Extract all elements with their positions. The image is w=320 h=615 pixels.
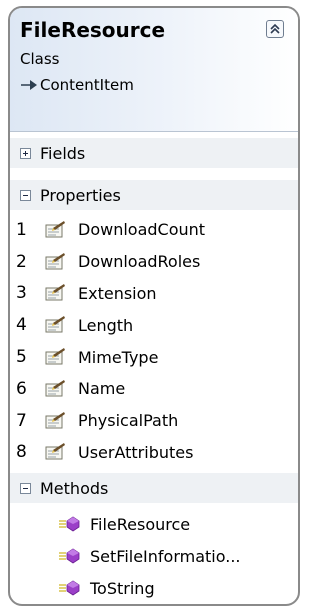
property-index: 4 bbox=[16, 315, 27, 336]
property-list: 1 DownloadCount 2 DownloadRoles 3 Extens… bbox=[10, 214, 205, 468]
expand-plus-icon[interactable] bbox=[20, 147, 31, 159]
property-name: PhysicalPath bbox=[78, 411, 179, 431]
inheritance-arrow-icon bbox=[21, 80, 37, 90]
method-name: ToString bbox=[90, 578, 155, 598]
property-icon bbox=[45, 443, 65, 460]
collapse-minus-icon[interactable] bbox=[20, 482, 31, 494]
property-row[interactable]: 7 PhysicalPath bbox=[10, 405, 205, 437]
method-icon bbox=[59, 548, 80, 564]
collapse-minus-icon[interactable] bbox=[20, 189, 31, 201]
method-row[interactable]: FileResource bbox=[10, 508, 241, 540]
base-class-row: ContentItem bbox=[20, 76, 134, 94]
section-methods[interactable]: Methods bbox=[10, 473, 298, 503]
method-name: FileResource bbox=[90, 514, 191, 534]
property-icon bbox=[45, 411, 65, 429]
class-stereotype: Class bbox=[20, 50, 60, 68]
collapse-button[interactable] bbox=[266, 20, 284, 38]
method-icon bbox=[59, 516, 80, 532]
property-row[interactable]: 4 Length bbox=[10, 309, 205, 341]
section-fields-label: Fields bbox=[40, 143, 86, 163]
class-shape[interactable]: FileResource Class ContentItem Fields Pr… bbox=[8, 6, 300, 606]
property-index: 8 bbox=[16, 442, 27, 463]
double-chevron-up-icon bbox=[270, 23, 280, 34]
property-index: 5 bbox=[16, 347, 27, 368]
method-row[interactable]: ToString bbox=[10, 572, 241, 604]
property-row[interactable]: 5 MimeType bbox=[10, 341, 205, 373]
property-row[interactable]: 8 UserAttributes bbox=[10, 437, 205, 469]
property-icon bbox=[45, 316, 65, 333]
method-row[interactable]: SetFileInformatio... bbox=[10, 540, 241, 572]
property-name: DownloadCount bbox=[78, 220, 206, 240]
property-icon bbox=[45, 220, 65, 238]
property-name: Extension bbox=[78, 283, 157, 303]
property-name: Length bbox=[78, 315, 134, 335]
property-index: 7 bbox=[16, 410, 27, 431]
section-fields[interactable]: Fields bbox=[10, 138, 298, 168]
property-icon bbox=[45, 348, 65, 365]
property-name: MimeType bbox=[78, 347, 159, 367]
property-row[interactable]: 2 DownloadRoles bbox=[10, 246, 205, 278]
property-row[interactable]: 1 DownloadCount bbox=[10, 214, 205, 246]
section-properties[interactable]: Properties bbox=[10, 180, 298, 210]
property-icon bbox=[45, 284, 65, 301]
property-name: DownloadRoles bbox=[78, 252, 201, 272]
class-header: FileResource Class ContentItem bbox=[10, 8, 298, 132]
property-index: 3 bbox=[16, 283, 27, 304]
property-row[interactable]: 6 Name bbox=[10, 373, 205, 405]
property-row[interactable]: 3 Extension bbox=[10, 278, 205, 310]
section-properties-label: Properties bbox=[40, 185, 121, 205]
property-icon bbox=[45, 252, 65, 270]
section-methods-label: Methods bbox=[40, 478, 109, 498]
property-index: 1 bbox=[16, 219, 27, 240]
method-icon bbox=[59, 580, 80, 596]
class-name[interactable]: FileResource bbox=[20, 18, 165, 42]
property-icon bbox=[45, 379, 65, 397]
property-name: UserAttributes bbox=[78, 442, 194, 462]
property-index: 2 bbox=[16, 251, 27, 272]
base-class-label: ContentItem bbox=[40, 76, 134, 94]
method-list: FileResource SetFileInformatio... ToStri… bbox=[10, 508, 241, 604]
property-index: 6 bbox=[16, 378, 27, 399]
method-name: SetFileInformatio... bbox=[90, 546, 241, 566]
property-name: Name bbox=[78, 379, 126, 399]
